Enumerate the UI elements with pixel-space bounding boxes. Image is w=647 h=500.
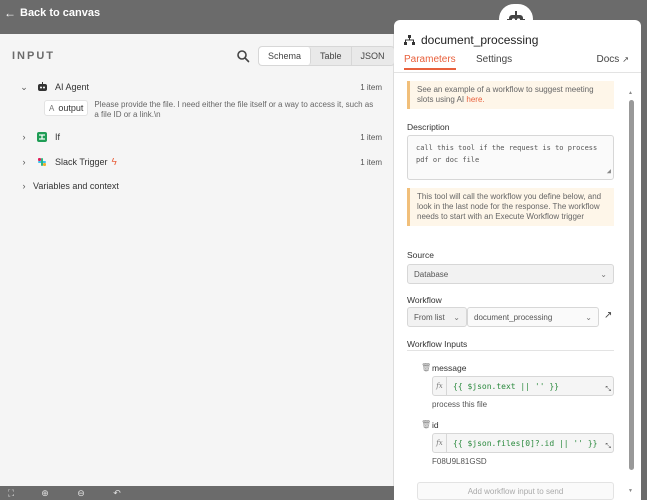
chevron-right-icon[interactable]: › bbox=[17, 132, 31, 142]
node-name: If bbox=[55, 132, 61, 142]
workflow-value: document_processing bbox=[474, 312, 553, 322]
open-workflow-icon[interactable]: ↗ bbox=[604, 310, 612, 321]
divider bbox=[407, 350, 614, 351]
scroll-up-icon[interactable]: ▲ bbox=[628, 90, 633, 96]
back-label: Back to canvas bbox=[20, 7, 101, 19]
add-workflow-input-button[interactable]: Add workflow input to send bbox=[417, 482, 614, 500]
tab-parameters[interactable]: Parameters bbox=[404, 54, 456, 70]
chevron-down-icon: ⌄ bbox=[600, 269, 607, 279]
zoom-out-icon[interactable]: ⊖ bbox=[76, 488, 86, 498]
docs-label: Docs bbox=[596, 54, 620, 65]
trash-icon[interactable]: 🗑 bbox=[421, 363, 431, 372]
workflow-info-notice: This tool will call the workflow you def… bbox=[407, 188, 614, 226]
view-mode-toggle: Schema Table JSON bbox=[258, 46, 395, 66]
node-row-slack-trigger[interactable]: › Slack Trigger ϟ 1 item bbox=[0, 151, 394, 173]
resize-handle-icon[interactable]: ◢ bbox=[607, 165, 611, 177]
workflow-select[interactable]: document_processing ⌄ bbox=[467, 307, 599, 327]
workflow-mode-select[interactable]: From list ⌄ bbox=[407, 307, 467, 327]
variables-label: Variables and context bbox=[33, 181, 119, 191]
undo-icon[interactable]: ↶ bbox=[112, 488, 122, 498]
arrow-left-icon: ← bbox=[4, 6, 16, 20]
input-name-id: id bbox=[432, 420, 439, 430]
notice-text: See an example of a workflow to suggest … bbox=[417, 85, 594, 104]
message-expression-field[interactable]: fx {{ $json.text || '' }} ⤡ bbox=[432, 376, 614, 396]
item-count: 1 item bbox=[360, 82, 382, 92]
slack-icon bbox=[35, 155, 49, 169]
source-value: Database bbox=[414, 269, 449, 279]
description-value: call this tool if the request is to proc… bbox=[416, 144, 598, 164]
scrollbar-thumb[interactable] bbox=[629, 100, 634, 470]
node-title: document_processing bbox=[404, 33, 538, 47]
expression-preview: process this file bbox=[432, 400, 488, 409]
notice-text: This tool will call the workflow you def… bbox=[417, 192, 602, 221]
output-field-row: A output Please provide the file. I need… bbox=[44, 100, 384, 120]
chevron-right-icon[interactable]: › bbox=[17, 181, 31, 191]
chevron-down-icon: ⌄ bbox=[585, 312, 592, 322]
ai-example-notice: See an example of a workflow to suggest … bbox=[407, 81, 614, 109]
string-type-icon: A bbox=[49, 103, 55, 113]
panel-tabs: Parameters Settings Docs ↗ bbox=[394, 52, 641, 73]
field-value: Please provide the file. I need either t… bbox=[94, 100, 374, 119]
source-label: Source bbox=[407, 250, 434, 260]
expression-value: {{ $json.files[0]?.id || '' }} bbox=[453, 438, 598, 448]
tab-json[interactable]: JSON bbox=[352, 47, 394, 65]
chevron-right-icon[interactable]: › bbox=[17, 157, 31, 167]
tab-settings[interactable]: Settings bbox=[476, 54, 512, 65]
input-panel-title: INPUT bbox=[12, 50, 55, 62]
item-count: 1 item bbox=[360, 157, 382, 167]
node-title-text[interactable]: document_processing bbox=[421, 33, 538, 47]
external-link-icon: ↗ bbox=[622, 55, 629, 64]
field-tag[interactable]: A output bbox=[44, 100, 89, 116]
robot-icon bbox=[35, 80, 49, 94]
workflow-inputs-label: Workflow Inputs bbox=[407, 339, 468, 349]
variables-context-row[interactable]: › Variables and context bbox=[0, 175, 394, 197]
description-label: Description bbox=[407, 122, 450, 132]
chevron-down-icon[interactable]: ⌄ bbox=[17, 82, 31, 93]
expression-preview: F08U9L81GSD bbox=[432, 457, 487, 466]
id-expression-field[interactable]: fx {{ $json.files[0]?.id || '' }} ⤡ bbox=[432, 433, 614, 453]
add-input-label: Add workflow input to send bbox=[467, 486, 564, 496]
if-branch-icon bbox=[35, 130, 49, 144]
item-count: 1 item bbox=[360, 132, 382, 142]
field-name: output bbox=[58, 103, 84, 113]
workflow-label: Workflow bbox=[407, 295, 442, 305]
notice-link[interactable]: here. bbox=[466, 95, 484, 104]
zoom-in-icon[interactable]: ⊕ bbox=[40, 488, 50, 498]
fit-view-icon[interactable]: ⛶ bbox=[6, 488, 16, 498]
chevron-down-icon: ⌄ bbox=[453, 312, 460, 322]
workflow-mode-value: From list bbox=[414, 312, 445, 322]
node-name: AI Agent bbox=[55, 82, 90, 92]
expression-value: {{ $json.text || '' }} bbox=[453, 381, 559, 391]
tab-schema[interactable]: Schema bbox=[259, 47, 312, 65]
fx-icon: fx bbox=[433, 377, 447, 395]
input-panel: INPUT Schema Table JSON ⌄ AI Agent 1 ite… bbox=[0, 34, 395, 486]
back-to-canvas-button[interactable]: ← Back to canvas bbox=[4, 6, 100, 20]
expand-icon[interactable]: ⤡ bbox=[605, 386, 611, 394]
node-settings-panel: document_processing Parameters Settings … bbox=[394, 20, 641, 500]
bolt-icon: ϟ bbox=[111, 156, 117, 168]
fx-icon: fx bbox=[433, 434, 447, 452]
tab-table[interactable]: Table bbox=[311, 47, 352, 65]
search-icon[interactable] bbox=[236, 49, 250, 63]
expand-icon[interactable]: ⤡ bbox=[605, 443, 611, 451]
node-row-ai-agent[interactable]: ⌄ AI Agent 1 item bbox=[0, 76, 394, 98]
sitemap-icon bbox=[404, 34, 415, 45]
node-row-if[interactable]: › If 1 item bbox=[0, 126, 394, 148]
scroll-down-icon[interactable]: ▼ bbox=[628, 488, 633, 494]
trash-icon[interactable]: 🗑 bbox=[421, 420, 431, 429]
input-name-message: message bbox=[432, 363, 467, 373]
docs-link[interactable]: Docs ↗ bbox=[597, 54, 630, 65]
node-name: Slack Trigger bbox=[55, 157, 108, 167]
description-field[interactable]: call this tool if the request is to proc… bbox=[407, 135, 614, 180]
source-select[interactable]: Database ⌄ bbox=[407, 264, 614, 284]
